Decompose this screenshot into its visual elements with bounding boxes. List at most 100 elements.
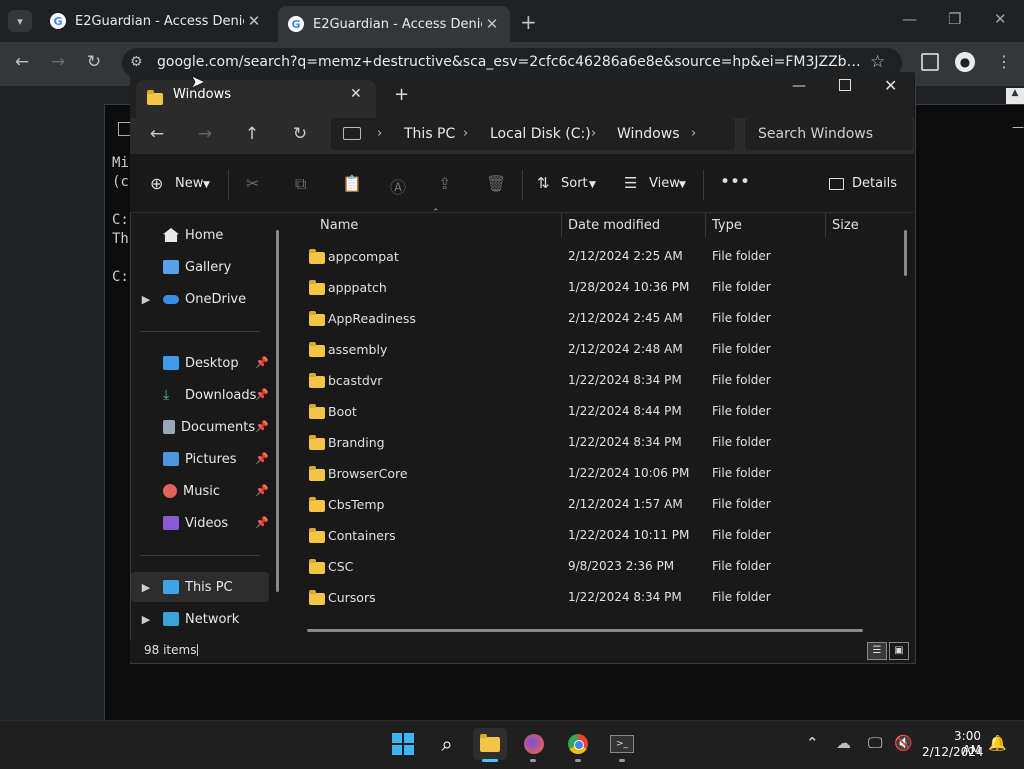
volume-muted-icon[interactable]: 🔇 xyxy=(894,734,913,752)
notification-bell-icon[interactable]: 🔔 xyxy=(988,734,1007,752)
table-row[interactable]: assembly 2/12/2024 2:48 AM File folder xyxy=(300,335,900,366)
table-row[interactable]: Boot 1/22/2024 8:44 PM File folder xyxy=(300,397,900,428)
new-button[interactable]: New xyxy=(175,176,203,191)
breadcrumb-windows[interactable]: Windows xyxy=(617,126,680,142)
profile-avatar-icon[interactable]: ● xyxy=(955,52,975,72)
column-header-name[interactable]: Name xyxy=(320,218,358,233)
column-divider[interactable] xyxy=(561,213,562,237)
chevron-right-icon[interactable]: ▶ xyxy=(131,581,161,594)
explorer-tab-windows[interactable] xyxy=(136,80,376,118)
pin-icon[interactable]: 📌 xyxy=(255,452,269,465)
copy-icon[interactable]: ⧉ xyxy=(295,174,306,194)
chrome-close-button[interactable]: ✕ xyxy=(994,10,1007,28)
search-icon[interactable]: ⌕ xyxy=(430,728,464,760)
tab-search-button[interactable]: ▾ xyxy=(8,10,32,32)
url-text[interactable]: google.com/search?q=memz+destructive&sca… xyxy=(157,54,862,70)
chrome-tab-2[interactable]: G E2Guardian - Access Denied ✕ xyxy=(278,6,510,42)
new-plus-icon[interactable]: ⊕ xyxy=(150,174,163,193)
chevron-right-icon[interactable]: ▶ xyxy=(131,293,161,306)
pin-icon[interactable]: 📌 xyxy=(255,356,269,369)
paste-icon[interactable]: 📋 xyxy=(342,174,362,193)
table-row[interactable]: Branding 1/22/2024 8:34 PM File folder xyxy=(300,428,900,459)
view-icon[interactable]: ☰ xyxy=(624,174,637,192)
back-arrow-icon[interactable]: ← xyxy=(145,124,169,144)
reload-icon[interactable]: ↻ xyxy=(82,52,106,72)
chevron-right-icon[interactable]: › xyxy=(463,126,468,141)
chrome-tab-1[interactable]: G E2Guardian - Access Denied ✕ xyxy=(40,6,272,36)
file-list-vertical-scrollbar[interactable] xyxy=(904,230,907,276)
table-row[interactable]: AppReadiness 2/12/2024 2:45 AM File folder xyxy=(300,304,900,335)
share-icon[interactable]: ⇪ xyxy=(438,174,451,193)
explorer-close-button[interactable]: ✕ xyxy=(884,76,897,95)
page-scroll-up-button[interactable]: ▲ xyxy=(1006,88,1024,104)
column-header-type[interactable]: Type xyxy=(712,218,742,233)
table-row[interactable]: BrowserCore 1/22/2024 10:06 PM File folder xyxy=(300,459,900,490)
forward-arrow-icon[interactable]: → xyxy=(46,52,70,72)
close-tab-icon[interactable]: ✕ xyxy=(350,86,362,102)
sort-icon[interactable]: ⇅ xyxy=(537,174,550,192)
show-hidden-icons-chevron-icon[interactable]: ⌃ xyxy=(806,734,819,752)
pin-icon[interactable]: 📌 xyxy=(255,420,269,433)
nav-item-this-pc[interactable]: ▶ This PC xyxy=(131,572,269,602)
table-row[interactable]: appcompat 2/12/2024 2:25 AM File folder xyxy=(300,242,900,273)
explorer-maximize-button[interactable] xyxy=(839,79,851,91)
close-tab-icon[interactable]: ✕ xyxy=(482,15,502,33)
nav-item-home[interactable]: Home xyxy=(131,220,269,250)
terminal-minimize-icon[interactable]: — xyxy=(1012,120,1024,134)
rename-icon[interactable]: Ⓐ xyxy=(390,174,406,198)
delete-icon[interactable]: 🗑 xyxy=(486,174,506,193)
sort-button[interactable]: Sort xyxy=(561,176,588,191)
nav-item-videos[interactable]: Videos xyxy=(131,508,269,538)
table-row[interactable]: CbsTemp 2/12/2024 1:57 AM File folder xyxy=(300,490,900,521)
chrome-minimize-button[interactable]: — xyxy=(902,10,917,28)
explorer-minimize-button[interactable]: — xyxy=(792,78,806,94)
forward-arrow-icon[interactable]: → xyxy=(193,124,217,144)
taskbar-terminal-icon[interactable]: >_ xyxy=(605,728,639,760)
chevron-right-icon[interactable]: › xyxy=(691,126,696,141)
more-options-icon[interactable]: ••• xyxy=(720,172,750,192)
chrome-maximize-button[interactable]: ❐ xyxy=(948,10,961,28)
site-info-icon[interactable]: ⚙ xyxy=(130,54,143,70)
details-pane-icon[interactable] xyxy=(829,178,844,190)
details-button[interactable]: Details xyxy=(852,176,897,191)
network-icon[interactable]: 🖵 xyxy=(868,734,882,752)
nav-item-downloads[interactable]: ⤓ Downloads xyxy=(131,380,269,410)
clock-date[interactable]: 2/12/2024 xyxy=(922,745,984,759)
pin-icon[interactable]: 📌 xyxy=(255,388,269,401)
pin-icon[interactable]: 📌 xyxy=(255,484,269,497)
table-row[interactable]: CSC 9/8/2023 2:36 PM File folder xyxy=(300,552,900,583)
taskbar-firefox-icon[interactable] xyxy=(517,728,551,760)
column-header-date[interactable]: Date modified xyxy=(568,218,660,233)
nav-item-documents[interactable]: Documents xyxy=(131,412,269,442)
new-tab-button[interactable]: + xyxy=(394,84,409,105)
taskbar-file-explorer-icon[interactable] xyxy=(473,728,507,760)
cut-icon[interactable]: ✂ xyxy=(246,174,259,193)
column-divider[interactable] xyxy=(705,213,706,237)
start-windows-icon[interactable] xyxy=(386,728,420,760)
table-row[interactable]: bcastdvr 1/22/2024 8:34 PM File folder xyxy=(300,366,900,397)
details-view-icon[interactable]: ☰ xyxy=(867,642,887,660)
chevron-right-icon[interactable]: › xyxy=(591,126,596,141)
nav-item-onedrive[interactable]: ▶ OneDrive xyxy=(131,284,269,314)
nav-item-gallery[interactable]: Gallery xyxy=(131,252,269,282)
tiles-view-icon[interactable]: ▣ xyxy=(889,642,909,660)
onedrive-offline-icon[interactable]: ☁ xyxy=(836,734,851,752)
nav-item-music[interactable]: Music xyxy=(131,476,269,506)
close-tab-icon[interactable]: ✕ xyxy=(244,12,264,30)
pin-icon[interactable]: 📌 xyxy=(255,516,269,529)
side-panel-icon[interactable] xyxy=(921,53,939,71)
table-row[interactable]: Cursors 1/22/2024 8:34 PM File folder xyxy=(300,583,900,614)
column-header-size[interactable]: Size xyxy=(832,218,859,233)
column-divider[interactable] xyxy=(825,213,826,237)
new-tab-button[interactable]: + xyxy=(520,10,537,34)
taskbar-chrome-icon[interactable] xyxy=(561,728,595,760)
chrome-menu-icon[interactable]: ⋮ xyxy=(996,52,1012,71)
view-button[interactable]: View xyxy=(649,176,680,191)
up-arrow-icon[interactable]: ↑ xyxy=(240,124,264,144)
nav-pane-scrollbar[interactable] xyxy=(276,230,279,592)
table-row[interactable]: Containers 1/22/2024 10:11 PM File folder xyxy=(300,521,900,552)
bookmark-star-icon[interactable]: ☆ xyxy=(870,52,885,72)
nav-item-pictures[interactable]: Pictures xyxy=(131,444,269,474)
back-arrow-icon[interactable]: ← xyxy=(10,52,34,72)
table-row[interactable]: apppatch 1/28/2024 10:36 PM File folder xyxy=(300,273,900,304)
